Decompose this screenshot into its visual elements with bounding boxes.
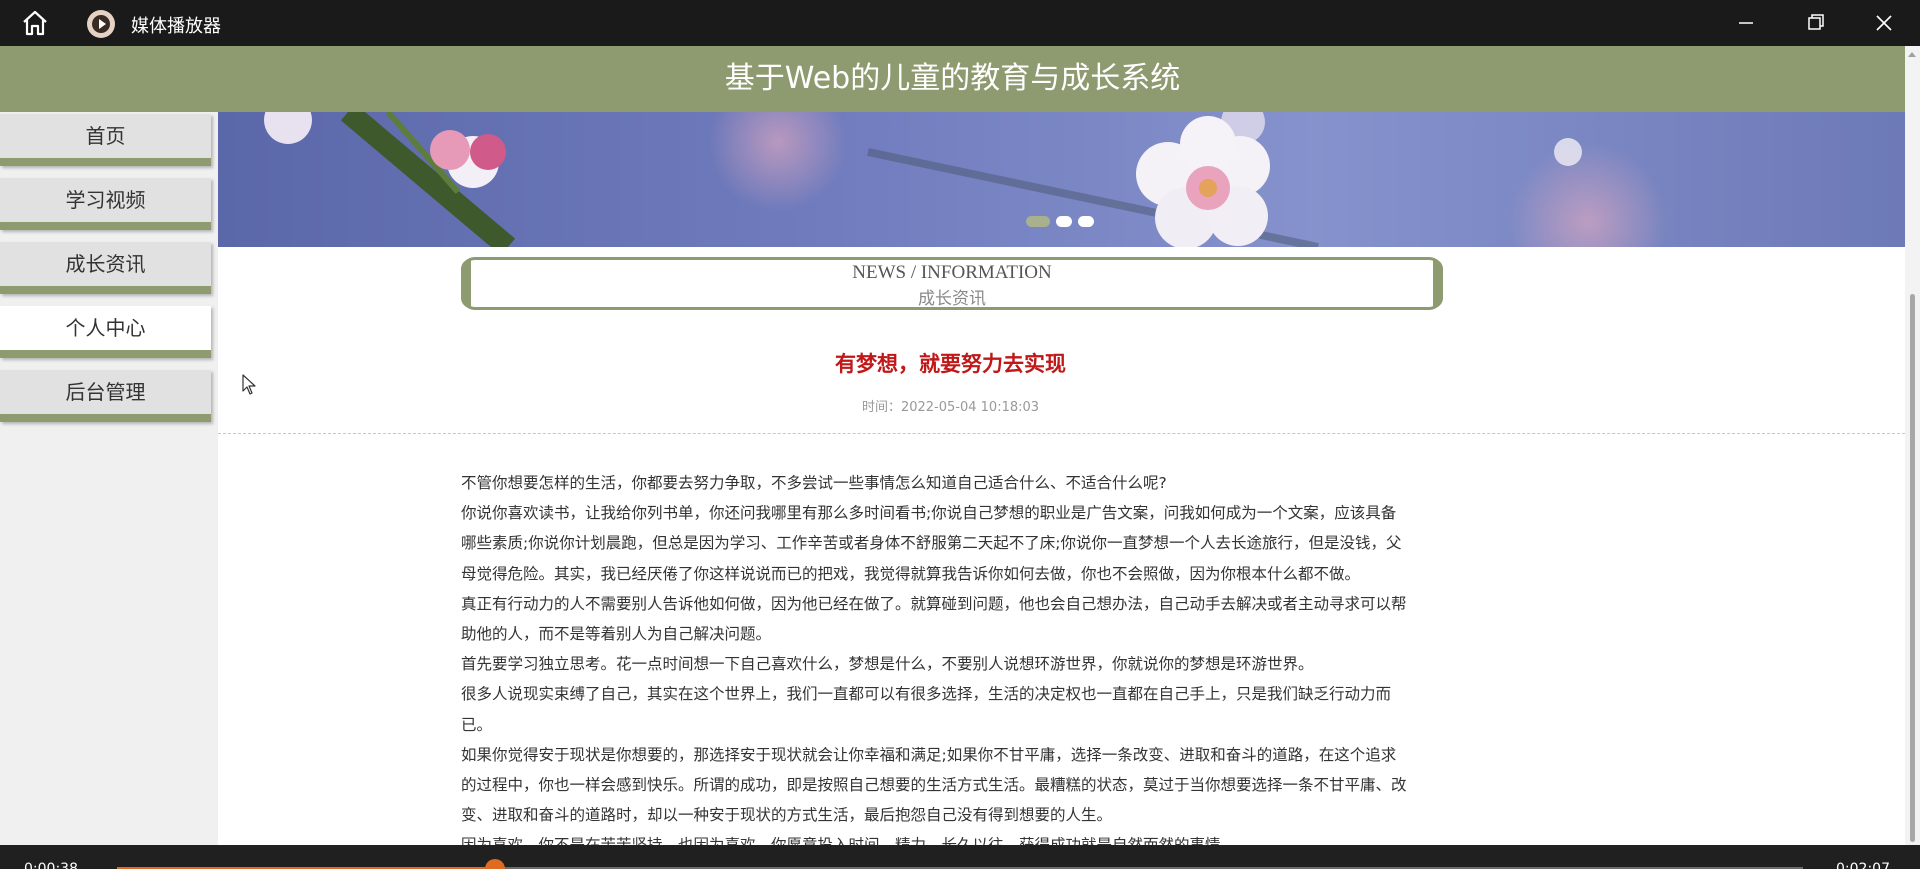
article-line: 母觉得危险。其实，我已经厌倦了你这样说说而已的把戏，我觉得就算我告诉你如何去做，… (461, 564, 1361, 583)
banner-carousel[interactable] (218, 112, 1905, 247)
banner-dot-1[interactable] (1026, 216, 1050, 227)
article-line: 因为喜欢，你不是在苦苦坚持，也因为喜欢，你愿意投入时间、精力，长久以往，获得成功… (461, 830, 1451, 845)
banner-dot-2[interactable] (1056, 216, 1072, 227)
article-line: 你说你喜欢读书，让我给你列书单，你还问我哪里有那么多时间看书;你说自己梦想的职业… (461, 504, 1397, 523)
article-title: 有梦想，就要努力去实现 (835, 352, 1066, 376)
nav-item-admin[interactable]: 后台管理 (0, 370, 211, 422)
current-time: 0:00:38 (24, 861, 78, 869)
nav-item-label: 成长资讯 (65, 252, 146, 276)
article-line: 很多人说现实束缚了自己，其实在这个世界上，我们一直都可以有很多选择，生活的决定权… (461, 685, 1392, 704)
nav-item-videos[interactable]: 学习视频 (0, 178, 211, 230)
banner-dot-3[interactable] (1078, 216, 1094, 227)
scroll-up-icon[interactable] (1908, 52, 1916, 57)
article-body: 不管你想要怎样的生活，你都要去努力争取，不多尝试一些事情怎么知道自己适合什么、不… (461, 468, 1451, 845)
article-line: 变、进取和奋斗的道路时，却以一种安于现状的方式生活，最后抱怨自己没有得到想要的人… (461, 806, 1113, 825)
nav-item-label: 后台管理 (65, 380, 146, 404)
vertical-scrollbar[interactable] (1905, 46, 1920, 845)
divider (218, 433, 1905, 434)
nav-item-label: 个人中心 (65, 316, 146, 340)
article-line: 的过程中，你也一样会感到快乐。所谓的成功，即是按照自己想要的生活方式生活。最糟糕… (461, 776, 1407, 795)
section-title-cn: 成长资讯 (918, 289, 986, 309)
article-line: 助他的人，而不是等着别人为自己解决问题。 (461, 625, 772, 644)
article-line: 如果你觉得安于现状是你想要的，那选择安于现状就会让你幸福和满足;如果你不甘平庸，… (461, 745, 1397, 764)
nav-item-home[interactable]: 首页 (0, 114, 211, 166)
seek-handle[interactable] (484, 859, 505, 869)
mouse-cursor-icon (242, 374, 258, 396)
restore-icon[interactable] (1797, 8, 1833, 38)
window-titlebar: 媒体播放器 (0, 0, 1920, 46)
article-line: 已。 (461, 715, 493, 734)
player-controls: 0:00:38 0:02:07 (0, 845, 1920, 869)
article-time: 时间：2022-05-04 10:18:03 (218, 396, 1683, 415)
site-title: 基于Web的儿童的教育与成长系统 (724, 61, 1181, 96)
nav-item-label: 首页 (85, 124, 126, 148)
home-icon[interactable] (20, 9, 50, 37)
article-time-value: 2022-05-04 10:18:03 (900, 400, 1040, 415)
article-time-label: 时间： (861, 400, 901, 415)
total-time: 0:02:07 (1836, 861, 1890, 869)
minimize-icon[interactable] (1728, 8, 1764, 38)
nav-item-personal-center[interactable]: 个人中心 (0, 306, 211, 358)
article-line: 真正有行动力的人不需要别人告诉他如何做，因为他已经在做了。就算碰到问题，他也会自… (461, 594, 1407, 613)
close-icon[interactable] (1866, 8, 1902, 38)
app-title: 媒体播放器 (131, 16, 221, 37)
scrollbar-thumb[interactable] (1910, 294, 1915, 842)
site-header: 基于Web的儿童的教育与成长系统 (0, 46, 1905, 112)
article-line: 不管你想要怎样的生活，你都要去努力争取，不多尝试一些事情怎么知道自己适合什么、不… (461, 474, 1167, 492)
article-line: 首先要学习独立思考。花一点时间想一下自己喜欢什么，梦想是什么，不要别人说想环游世… (461, 655, 1314, 674)
section-heading: NEWS / INFORMATION 成长资讯 (461, 257, 1443, 310)
nav-item-label: 学习视频 (65, 188, 146, 212)
nav-item-news[interactable]: 成长资讯 (0, 242, 211, 294)
sidebar: 首页 学习视频 成长资讯 个人中心 后台管理 (0, 112, 218, 845)
article-line: 哪些素质;你说你计划晨跑，但总是因为学习、工作辛苦或者身体不舒服第二天起不了床;… (461, 534, 1402, 553)
main-content: NEWS / INFORMATION 成长资讯 有梦想，就要努力去实现 时间：2… (218, 112, 1905, 845)
media-player-icon (87, 10, 115, 38)
section-title-en: NEWS / INFORMATION (852, 262, 1052, 283)
